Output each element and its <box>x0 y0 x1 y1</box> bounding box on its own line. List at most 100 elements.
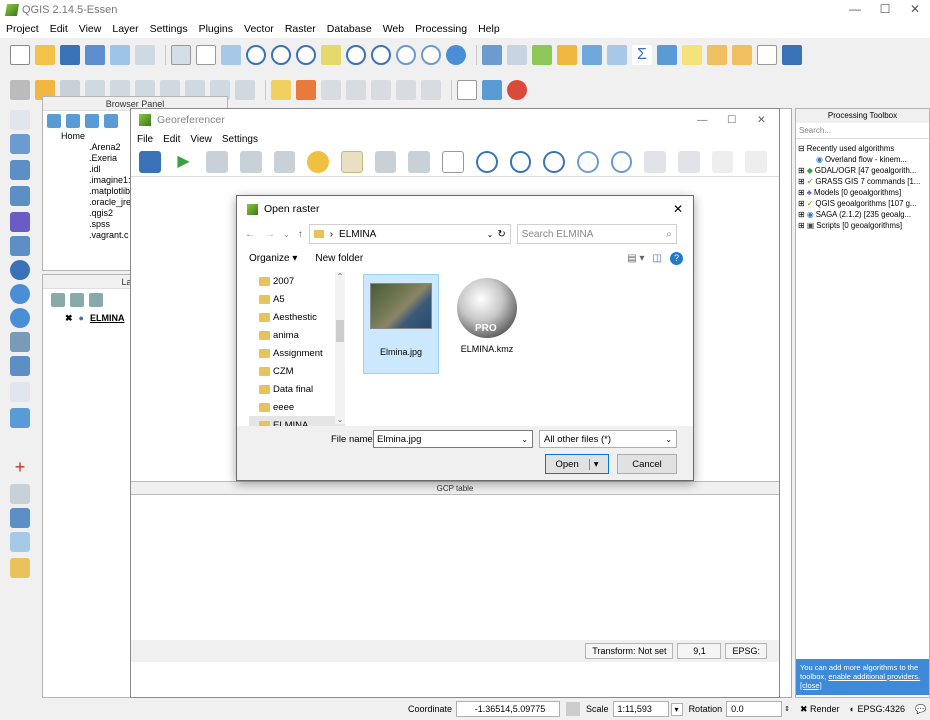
organize-button[interactable]: Organize ▾ <box>249 253 297 264</box>
show-hide-labels-icon[interactable] <box>421 80 441 100</box>
path-dropdown-icon[interactable]: ⌄ <box>487 230 494 239</box>
pan-to-selection-icon[interactable] <box>221 45 241 65</box>
filter-legend-icon[interactable] <box>89 293 103 307</box>
dialog-close-button[interactable]: ✕ <box>673 202 683 216</box>
menu-layer[interactable]: Layer <box>112 23 138 35</box>
preview-pane-icon[interactable]: ◫ <box>653 253 662 264</box>
select-features-icon[interactable] <box>532 45 552 65</box>
gcp-table[interactable] <box>131 495 779 640</box>
open-project-icon[interactable] <box>35 45 55 65</box>
query-icon[interactable] <box>507 45 527 65</box>
new-folder-button[interactable]: New folder <box>315 253 363 264</box>
file-name-input[interactable]: Elmina.jpg ⌄ <box>373 430 533 448</box>
file-name-dropdown-icon[interactable]: ⌄ <box>521 435 528 444</box>
statistics-icon[interactable]: Σ <box>632 45 652 65</box>
tree-item[interactable]: ⊞ ▣ Scripts [0 geoalgorithms] <box>798 220 927 231</box>
refresh-icon[interactable]: ↻ <box>497 229 505 240</box>
add-wcs-layer-icon[interactable] <box>10 284 30 304</box>
nav-scrollbar[interactable]: ⌃ ⌄ <box>335 272 345 424</box>
save-project-icon[interactable] <box>60 45 80 65</box>
nav-item[interactable]: 2007 <box>249 272 345 290</box>
menu-settings[interactable]: Settings <box>150 23 188 35</box>
attribute-table-icon[interactable] <box>582 45 602 65</box>
add-wfs-icon[interactable] <box>10 532 30 552</box>
add-selected-icon[interactable] <box>47 114 61 128</box>
nav-item[interactable]: Assignment <box>249 344 345 362</box>
add-wms-layer-icon[interactable] <box>10 260 30 280</box>
load-gcp-icon[interactable] <box>240 150 262 173</box>
menu-edit[interactable]: Edit <box>50 23 68 35</box>
csw-icon[interactable] <box>457 80 477 100</box>
file-item[interactable]: PRO ELMINA.kmz <box>449 274 525 374</box>
tree-item[interactable]: ⊞ ✓ QGIS geoalgorithms [107 g... <box>798 198 927 209</box>
tree-item[interactable]: ⊞ ◉ SAGA (2.1.2) [235 geoalg... <box>798 209 927 220</box>
open-layer-styling-icon[interactable] <box>51 293 65 307</box>
add-vector-layer-icon[interactable] <box>10 110 30 130</box>
file-type-select[interactable]: All other files (*) ⌄ <box>539 430 677 448</box>
geo-minimize-button[interactable]: — <box>697 114 708 126</box>
help-icon[interactable]: ? <box>670 251 683 265</box>
tree-item[interactable]: ◉ Overland flow - kinem... <box>798 154 927 165</box>
collapse-all-icon[interactable] <box>104 114 118 128</box>
recent-locations-icon[interactable]: ⌄ <box>283 230 290 239</box>
tree-item[interactable]: ⊞ ♣ Models [0 geoalgorithms] <box>798 187 927 198</box>
geo-maximize-button[interactable]: ☐ <box>727 114 736 126</box>
back-arrow-icon[interactable]: ← <box>245 229 255 240</box>
gla-plugin-icon[interactable] <box>507 80 527 100</box>
tree-item-recent[interactable]: ⊟ Recently used algorithms <box>798 143 927 154</box>
zoom-out-icon[interactable] <box>271 45 291 65</box>
zoom-next-icon[interactable] <box>421 45 441 65</box>
python-console-icon[interactable] <box>482 80 502 100</box>
move-gcp-icon[interactable] <box>408 150 431 173</box>
new-project-icon[interactable] <box>10 45 30 65</box>
rotation-spinner[interactable]: ⇕ <box>784 705 790 713</box>
new-spatialite-icon[interactable] <box>10 408 30 428</box>
link-geo-to-qgis-icon[interactable] <box>644 150 667 173</box>
add-mssql-layer-icon[interactable] <box>10 212 30 232</box>
identify-icon[interactable] <box>482 45 502 65</box>
geo-menu-edit[interactable]: Edit <box>163 134 180 145</box>
menu-processing[interactable]: Processing <box>415 23 467 35</box>
add-raster-layer-icon[interactable] <box>10 134 30 154</box>
add-postgis-layer-icon[interactable] <box>10 160 30 180</box>
add-wfs-layer-icon[interactable] <box>10 308 30 328</box>
add-point-icon[interactable] <box>341 150 363 173</box>
render-checkbox[interactable]: ✖ Render <box>800 704 840 715</box>
start-georeferencing-icon[interactable]: ▶ <box>173 151 195 173</box>
menu-vector[interactable]: Vector <box>244 23 274 35</box>
path-field[interactable]: › ELMINA ⌄ ↻ <box>308 224 511 244</box>
zoom-actual-icon[interactable] <box>296 45 316 65</box>
add-gps-icon[interactable] <box>10 484 30 504</box>
map-tips-icon[interactable] <box>682 45 702 65</box>
forward-arrow-icon[interactable]: → <box>265 229 275 240</box>
nav-item[interactable]: A5 <box>249 290 345 308</box>
nav-item[interactable]: eeee <box>249 398 345 416</box>
menu-view[interactable]: View <box>79 23 102 35</box>
filter-icon[interactable] <box>85 114 99 128</box>
digitize-icon[interactable] <box>10 80 30 100</box>
open-button[interactable]: Open ▾ <box>545 454 609 474</box>
geo-menu-settings[interactable]: Settings <box>222 134 258 145</box>
field-calculator-icon[interactable] <box>607 45 627 65</box>
pin-labels-icon[interactable] <box>296 80 316 100</box>
scale-dropdown-icon[interactable]: ▾ <box>670 702 683 716</box>
change-label-icon[interactable] <box>396 80 416 100</box>
delete-point-icon[interactable] <box>374 150 397 173</box>
geo-zoom-out-icon[interactable] <box>509 150 532 173</box>
zoom-in-icon[interactable] <box>246 45 266 65</box>
geo-zoom-last-icon[interactable] <box>576 150 599 173</box>
georeferencer-icon[interactable] <box>10 558 30 578</box>
pan-map-icon[interactable] <box>171 45 191 65</box>
scale-field[interactable]: 1:11,593 <box>612 701 669 717</box>
rotation-field[interactable]: 0.0 <box>726 701 783 717</box>
save-gcp-icon[interactable] <box>273 150 296 173</box>
view-options-icon[interactable]: ▤ ▾ <box>627 253 644 264</box>
composer-manager-icon[interactable] <box>135 45 155 65</box>
text-annotation-icon[interactable] <box>757 45 777 65</box>
deselect-icon[interactable] <box>557 45 577 65</box>
hand-icon[interactable] <box>196 45 216 65</box>
toggle-extents-icon[interactable] <box>566 702 581 716</box>
zoom-full-icon[interactable] <box>321 45 341 65</box>
cancel-button[interactable]: Cancel <box>617 454 677 474</box>
zoom-last-icon[interactable] <box>396 45 416 65</box>
